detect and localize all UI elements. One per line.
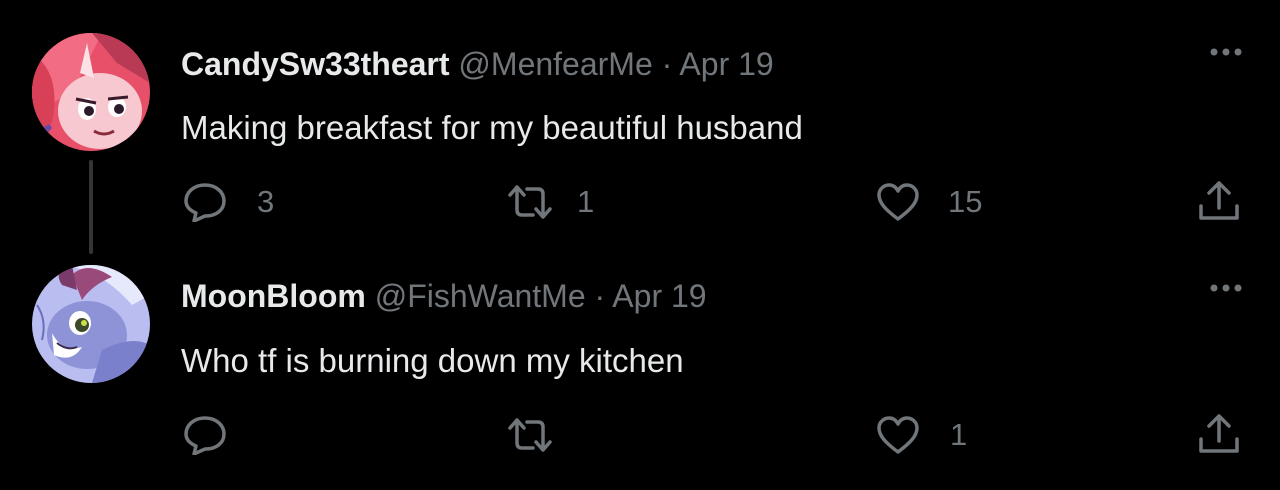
more-button[interactable] [1206, 42, 1246, 62]
separator: · [594, 278, 606, 314]
reply-icon [184, 416, 226, 455]
more-button[interactable] [1206, 278, 1246, 298]
tweet-2[interactable]: MoonBloom @FishWantMe · Apr 19 Who tf is… [0, 255, 1280, 490]
reply-icon [184, 183, 226, 222]
thread-line [89, 160, 93, 254]
more-icon [1210, 284, 1242, 292]
tweet-text: Making breakfast for my beautiful husban… [181, 109, 803, 146]
timestamp[interactable]: Apr 19 [679, 46, 773, 82]
separator: · [661, 46, 673, 82]
share-icon [1199, 414, 1239, 453]
reply-button[interactable]: 3 [183, 182, 274, 222]
avatar[interactable] [32, 265, 150, 383]
like-button[interactable]: 15 [876, 182, 982, 222]
share-icon [1199, 181, 1239, 220]
timestamp[interactable]: Apr 19 [612, 278, 706, 314]
handle[interactable]: @MenfearMe [458, 46, 652, 82]
tweet-header: CandySw33theart @MenfearMe · Apr 19 [181, 44, 774, 84]
share-button[interactable] [1198, 413, 1240, 455]
like-icon [877, 183, 919, 221]
reply-count: 3 [257, 184, 275, 219]
retweet-icon [508, 185, 552, 219]
tweet-1[interactable]: CandySw33theart @MenfearMe · Apr 19 Maki… [0, 0, 1280, 255]
tweet-header: MoonBloom @FishWantMe · Apr 19 [181, 276, 707, 316]
retweet-button[interactable]: 1 [507, 184, 594, 220]
display-name[interactable]: CandySw33theart [181, 46, 450, 82]
like-count: 15 [948, 184, 983, 219]
retweet-icon [508, 418, 552, 452]
tweet-text: Who tf is burning down my kitchen [181, 342, 684, 379]
like-button[interactable]: 1 [876, 415, 967, 455]
reply-button[interactable] [183, 415, 255, 455]
handle[interactable]: @FishWantMe [375, 278, 586, 314]
display-name[interactable]: MoonBloom [181, 278, 366, 314]
share-button[interactable] [1198, 180, 1240, 222]
like-icon [877, 416, 919, 454]
avatar[interactable] [32, 33, 150, 151]
retweet-button[interactable] [507, 417, 581, 453]
more-icon [1210, 48, 1242, 56]
like-count: 1 [950, 417, 968, 452]
retweet-count: 1 [577, 184, 595, 219]
